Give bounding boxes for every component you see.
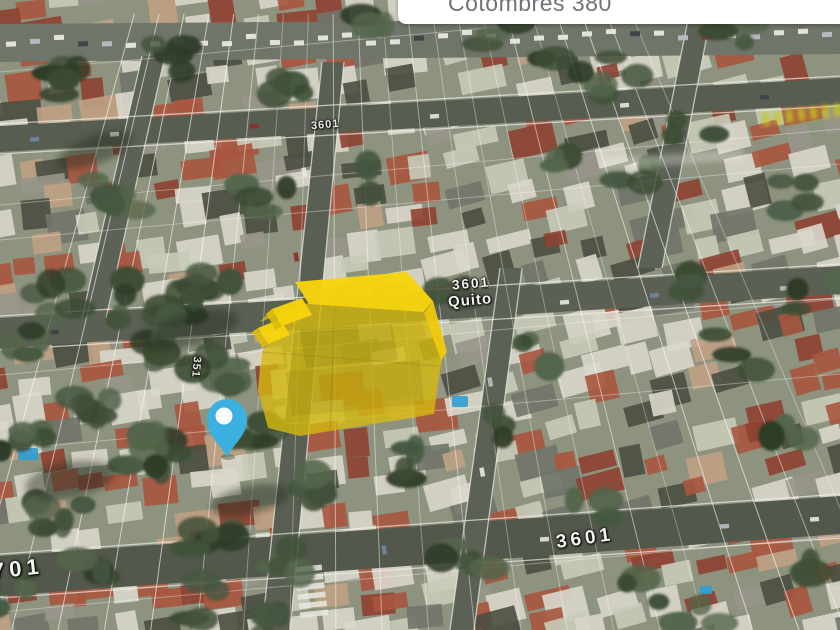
map-viewport[interactable]: 3601 3601 Quito 3601 701 351: [0, 0, 840, 630]
search-input[interactable]: [448, 0, 748, 17]
aerial-map[interactable]: [0, 0, 840, 630]
lot-label-vertical: 351: [189, 355, 203, 379]
search-bar: [398, 0, 840, 24]
street-label-top-number: 3601: [310, 117, 340, 133]
